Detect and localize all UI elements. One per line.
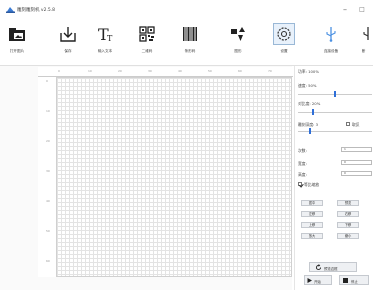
qrcode-icon bbox=[139, 26, 155, 42]
move-right-button[interactable]: 右移 bbox=[337, 211, 359, 217]
disconnect-icon bbox=[363, 27, 369, 40]
open-image-label: 打开图片 bbox=[9, 49, 25, 53]
gear-icon bbox=[273, 23, 295, 45]
shapes-button[interactable]: 图形 bbox=[224, 22, 252, 62]
ruler-tick-label: 60 bbox=[46, 259, 50, 263]
engraving-grid[interactable] bbox=[56, 77, 292, 277]
count-label: 次数: bbox=[298, 148, 307, 153]
horizontal-ruler: 0 10 20 30 40 50 60 70 bbox=[38, 67, 293, 77]
disconnect-button[interactable]: 断 bbox=[354, 22, 373, 62]
lock-ratio-label: 等比缩放 bbox=[304, 182, 320, 187]
shapes-icon bbox=[231, 27, 245, 41]
invert-label: 取反 bbox=[352, 122, 360, 127]
connect-label: 连接设备 bbox=[323, 49, 339, 53]
move-up-button[interactable]: 上移 bbox=[301, 222, 323, 228]
maximize-button[interactable]: □ bbox=[355, 4, 369, 16]
minimize-button[interactable]: – bbox=[338, 4, 352, 16]
ruler-tick-label: 20 bbox=[118, 69, 122, 73]
vertical-ruler: 0 10 20 30 40 50 60 bbox=[38, 77, 57, 277]
speed-label: 速度: 50% bbox=[298, 83, 317, 88]
play-icon bbox=[307, 278, 312, 283]
preview-button[interactable]: 预览 bbox=[337, 200, 359, 206]
power-label: 功率: 100% bbox=[298, 69, 319, 74]
start-label: 开始 bbox=[314, 280, 321, 284]
ruler-tick-label: 30 bbox=[46, 169, 50, 173]
stop-button[interactable]: 停止 bbox=[339, 275, 369, 285]
contrast-slider[interactable] bbox=[298, 112, 372, 113]
stop-label: 停止 bbox=[351, 280, 358, 284]
zoom-in-button[interactable]: 放大 bbox=[301, 233, 323, 239]
shapes-label: 图形 bbox=[234, 49, 242, 53]
ruler-tick-label: 60 bbox=[238, 69, 242, 73]
save-label: 保存 bbox=[64, 49, 72, 53]
depth-slider-thumb[interactable] bbox=[308, 128, 311, 134]
height-input[interactable]: 0 bbox=[341, 171, 372, 176]
window-title: 雕刻雕刻机 v2.5.8 bbox=[17, 8, 56, 13]
preview-frame-label: 预览边框 bbox=[324, 267, 338, 271]
ruler-tick-label: 50 bbox=[208, 69, 212, 73]
stop-icon bbox=[343, 278, 348, 283]
barcode-button[interactable]: 条形码 bbox=[176, 22, 204, 62]
ruler-tick-label: 20 bbox=[46, 139, 50, 143]
qrcode-label: 二维码 bbox=[141, 49, 153, 53]
settings-panel: 功率: 100% 速度: 50% 对比度: 20% 雕刻深度: 3 取反 次数:… bbox=[294, 66, 373, 290]
contrast-label: 对比度: 20% bbox=[298, 101, 321, 106]
center-button[interactable]: 居中 bbox=[301, 200, 323, 206]
count-input[interactable]: 1 bbox=[341, 147, 372, 152]
toolbar: 打开图片 保存 T T 输入文本 二维码 条形码 图形 设置 连接设备 断 bbox=[0, 20, 373, 65]
ruler-tick-label: 0 bbox=[46, 79, 48, 83]
move-left-button[interactable]: 左移 bbox=[301, 211, 323, 217]
usb-icon bbox=[326, 27, 336, 42]
preview-frame-button[interactable]: 预览边框 bbox=[309, 262, 357, 272]
open-image-button[interactable]: 打开图片 bbox=[3, 22, 31, 62]
ruler-tick-label: 30 bbox=[148, 69, 152, 73]
app-logo-icon bbox=[6, 7, 15, 13]
settings-button[interactable]: 设置 bbox=[270, 22, 298, 62]
settings-label: 设置 bbox=[280, 49, 288, 53]
text-label: 输入文本 bbox=[97, 49, 113, 53]
title-bar: 雕刻雕刻机 v2.5.8 – □ bbox=[0, 0, 373, 20]
width-label: 宽度: bbox=[298, 161, 307, 166]
ruler-tick-label: 0 bbox=[58, 69, 60, 73]
disconnect-label: 断 bbox=[361, 49, 366, 53]
qrcode-button[interactable]: 二维码 bbox=[133, 22, 161, 62]
barcode-icon bbox=[183, 27, 197, 41]
speed-slider-thumb[interactable] bbox=[334, 91, 336, 97]
folder-image-icon bbox=[9, 28, 25, 41]
move-down-button[interactable]: 下移 bbox=[337, 222, 359, 228]
save-icon bbox=[60, 27, 76, 42]
svg-text:T: T bbox=[107, 34, 113, 43]
ruler-tick-label: 10 bbox=[46, 109, 50, 113]
contrast-slider-thumb[interactable] bbox=[312, 109, 315, 115]
ruler-tick-label: 10 bbox=[88, 69, 92, 73]
barcode-label: 条形码 bbox=[184, 49, 196, 53]
lock-ratio-checkbox[interactable] bbox=[298, 182, 302, 186]
ruler-tick-label: 40 bbox=[178, 69, 182, 73]
text-button[interactable]: T T 输入文本 bbox=[91, 22, 119, 62]
ruler-tick-label: 50 bbox=[46, 229, 50, 233]
ruler-tick-label: 70 bbox=[268, 69, 272, 73]
invert-checkbox[interactable] bbox=[346, 122, 350, 126]
start-button[interactable]: 开始 bbox=[304, 275, 332, 285]
ruler-tick-label: 40 bbox=[46, 199, 50, 203]
text-icon: T T bbox=[98, 25, 113, 44]
refresh-icon bbox=[315, 264, 322, 271]
save-button[interactable]: 保存 bbox=[54, 22, 82, 62]
zoom-out-button[interactable]: 缩小 bbox=[337, 233, 359, 239]
width-input[interactable]: 0 bbox=[341, 160, 372, 165]
height-label: 高度: bbox=[298, 172, 307, 177]
connect-button[interactable]: 连接设备 bbox=[317, 22, 345, 62]
